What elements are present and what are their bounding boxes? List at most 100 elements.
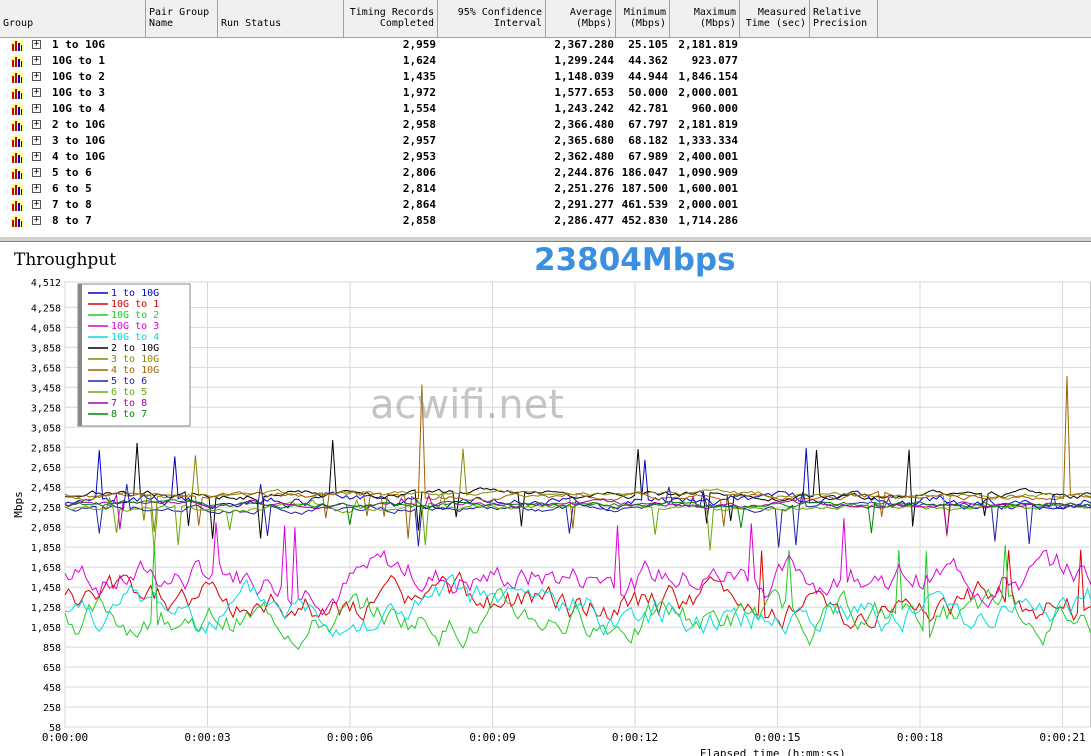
x-tick-label: 0:00:09 xyxy=(469,731,515,744)
row-group: 10G to 3 xyxy=(52,86,105,99)
row-group: 10G to 2 xyxy=(52,70,105,83)
bar-chart-icon xyxy=(11,200,23,211)
header-run-status[interactable]: Run Status xyxy=(218,0,344,37)
row-group: 5 to 6 xyxy=(52,166,92,179)
table-row[interactable]: +10G to 2 1,435 1,148.039 44.944 1,846.154 xyxy=(0,69,760,85)
row-maximum: 1,714.286 xyxy=(678,214,738,227)
header-average[interactable]: Average (Mbps) xyxy=(546,0,616,37)
expand-icon[interactable]: + xyxy=(32,152,41,161)
y-tick-label: 2,258 xyxy=(31,503,61,514)
row-group: 10G to 1 xyxy=(52,54,105,67)
results-table: Group Pair Group Name Run Status Timing … xyxy=(0,0,1091,237)
row-group: 4 to 10G xyxy=(52,150,105,163)
expand-icon[interactable]: + xyxy=(32,40,41,49)
row-maximum: 1,090.909 xyxy=(678,166,738,179)
table-row[interactable]: +3 to 10G 2,957 2,365.680 68.182 1,333.334 xyxy=(0,133,760,149)
row-average: 2,365.680 xyxy=(554,134,614,147)
x-tick-label: 0:00:18 xyxy=(897,731,943,744)
y-tick-label: 2,458 xyxy=(31,483,61,494)
y-tick-label: 3,258 xyxy=(31,403,61,414)
y-tick-label: 2,658 xyxy=(31,463,61,474)
table-row[interactable]: +7 to 8 2,864 2,291.277 461.539 2,000.001 xyxy=(0,197,760,213)
row-average: 1,148.039 xyxy=(554,70,614,83)
row-average: 2,362.480 xyxy=(554,150,614,163)
legend-label: 5 to 6 xyxy=(111,376,147,387)
x-tick-label: 0:00:15 xyxy=(754,731,800,744)
row-average: 2,366.480 xyxy=(554,118,614,131)
row-group: 3 to 10G xyxy=(52,134,105,147)
y-tick-label: 258 xyxy=(43,703,61,714)
header-confidence-interval[interactable]: 95% Confidence Interval xyxy=(438,0,546,37)
expand-icon[interactable]: + xyxy=(32,216,41,225)
row-records: 2,806 xyxy=(402,166,436,179)
expand-icon[interactable]: + xyxy=(32,88,41,97)
row-maximum: 960.000 xyxy=(691,102,738,115)
header-maximum[interactable]: Maximum (Mbps) xyxy=(670,0,740,37)
legend-label: 10G to 2 xyxy=(111,310,159,321)
row-records: 2,957 xyxy=(402,134,436,147)
y-axis-label: Mbps xyxy=(12,491,25,518)
expand-icon[interactable]: + xyxy=(32,184,41,193)
header-pair-group-name[interactable]: Pair Group Name xyxy=(146,0,218,37)
bar-chart-icon xyxy=(11,184,23,195)
expand-icon[interactable]: + xyxy=(32,200,41,209)
header-measured-time[interactable]: Measured Time (sec) xyxy=(740,0,810,37)
row-average: 2,367.280 xyxy=(554,38,614,51)
header-group[interactable]: Group xyxy=(0,0,146,37)
expand-icon[interactable]: + xyxy=(32,72,41,81)
table-row[interactable]: +1 to 10G 2,959 2,367.280 25.105 2,181.819 xyxy=(0,37,760,53)
table-row[interactable]: +6 to 5 2,814 2,251.276 187.500 1,600.001 xyxy=(0,181,760,197)
row-group: 10G to 4 xyxy=(52,102,105,115)
row-minimum: 186.047 xyxy=(621,166,668,179)
x-axis-label: Elapsed time (h:mm:ss) xyxy=(700,747,846,756)
row-minimum: 67.989 xyxy=(628,150,668,163)
header-timing-records[interactable]: Timing Records Completed xyxy=(344,0,438,37)
expand-icon[interactable]: + xyxy=(32,136,41,145)
expand-icon[interactable]: + xyxy=(32,104,41,113)
row-maximum: 1,600.001 xyxy=(678,182,738,195)
y-tick-label: 4,058 xyxy=(31,323,61,334)
x-tick-label: 0:00:06 xyxy=(327,731,373,744)
y-tick-label: 2,058 xyxy=(31,523,61,534)
header-minimum[interactable]: Minimum (Mbps) xyxy=(616,0,670,37)
table-row[interactable]: +10G to 1 1,624 1,299.244 44.362 923.077 xyxy=(0,53,760,69)
y-tick-label: 3,058 xyxy=(31,423,61,434)
row-records: 2,959 xyxy=(402,38,436,51)
table-row[interactable]: +10G to 4 1,554 1,243.242 42.781 960.000 xyxy=(0,101,760,117)
table-row[interactable]: +2 to 10G 2,958 2,366.480 67.797 2,181.819 xyxy=(0,117,760,133)
row-average: 2,244.876 xyxy=(554,166,614,179)
row-minimum: 25.105 xyxy=(628,38,668,51)
table-row[interactable]: +8 to 7 2,858 2,286.477 452.830 1,714.286 xyxy=(0,213,760,229)
expand-icon[interactable]: + xyxy=(32,120,41,129)
row-maximum: 2,000.001 xyxy=(678,86,738,99)
bar-chart-icon xyxy=(11,136,23,147)
table-row[interactable]: +4 to 10G 2,953 2,362.480 67.989 2,400.001 xyxy=(0,149,760,165)
table-row[interactable]: +5 to 6 2,806 2,244.876 186.047 1,090.909 xyxy=(0,165,760,181)
row-average: 2,286.477 xyxy=(554,214,614,227)
row-maximum: 2,181.819 xyxy=(678,38,738,51)
table-row[interactable]: +10G to 3 1,972 1,577.653 50.000 2,000.001 xyxy=(0,85,760,101)
expand-icon[interactable]: + xyxy=(32,168,41,177)
y-tick-label: 1,458 xyxy=(31,583,61,594)
row-minimum: 68.182 xyxy=(628,134,668,147)
expand-icon[interactable]: + xyxy=(32,56,41,65)
y-tick-label: 858 xyxy=(43,643,61,654)
x-tick-label: 0:00:03 xyxy=(184,731,230,744)
header-relative-precision[interactable]: Relative Precision xyxy=(810,0,878,37)
row-records: 2,958 xyxy=(402,118,436,131)
chart-title: Throughput xyxy=(14,250,117,270)
row-maximum: 2,181.819 xyxy=(678,118,738,131)
row-records: 1,972 xyxy=(402,86,436,99)
row-records: 1,435 xyxy=(402,70,436,83)
y-tick-label: 4,258 xyxy=(31,303,61,314)
row-minimum: 50.000 xyxy=(628,86,668,99)
y-tick-label: 3,858 xyxy=(31,343,61,354)
row-average: 1,577.653 xyxy=(554,86,614,99)
y-tick-label: 458 xyxy=(43,683,61,694)
row-average: 2,251.276 xyxy=(554,182,614,195)
row-minimum: 67.797 xyxy=(628,118,668,131)
row-group: 6 to 5 xyxy=(52,182,92,195)
y-tick-label: 3,458 xyxy=(31,383,61,394)
row-records: 2,864 xyxy=(402,198,436,211)
x-tick-label: 0:00:00 xyxy=(42,731,88,744)
